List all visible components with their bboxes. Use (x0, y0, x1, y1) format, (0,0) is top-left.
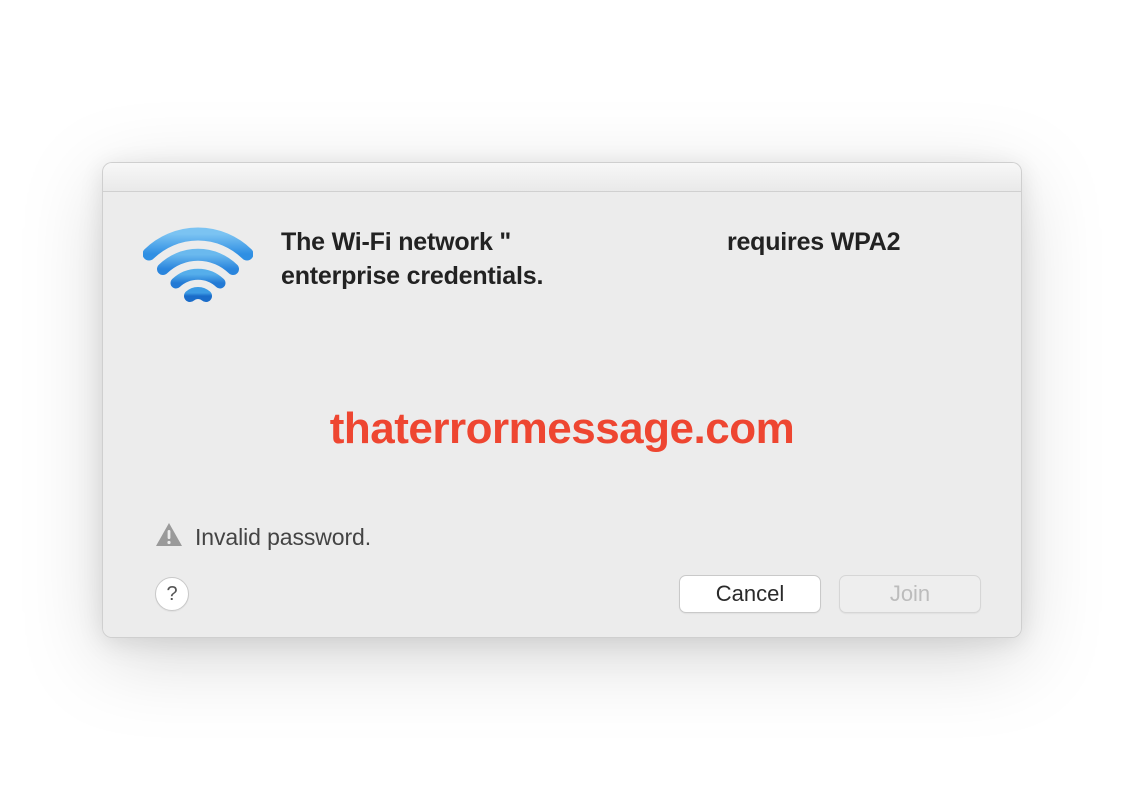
dialog-content: The Wi-Fi network " requires WPA2 enterp… (103, 192, 1021, 637)
watermark-text: thaterrormessage.com (330, 404, 794, 453)
header-row: The Wi-Fi network " requires WPA2 enterp… (143, 222, 981, 316)
help-button[interactable]: ? (155, 577, 189, 611)
status-row: Invalid password. (143, 522, 981, 553)
warning-icon (155, 522, 183, 553)
title-prefix: The Wi-Fi network " (281, 228, 511, 256)
titlebar (103, 163, 1021, 192)
join-button: Join (839, 575, 981, 613)
wifi-credentials-dialog: The Wi-Fi network " requires WPA2 enterp… (102, 162, 1022, 638)
watermark-row: thaterrormessage.com (143, 316, 981, 522)
dialog-container: The Wi-Fi network " requires WPA2 enterp… (102, 162, 1022, 638)
dialog-title: The Wi-Fi network " requires WPA2 enterp… (281, 222, 981, 294)
wifi-icon (143, 222, 253, 316)
footer-row: ? Cancel Join (143, 575, 981, 613)
cancel-button[interactable]: Cancel (679, 575, 821, 613)
status-message: Invalid password. (195, 524, 371, 551)
